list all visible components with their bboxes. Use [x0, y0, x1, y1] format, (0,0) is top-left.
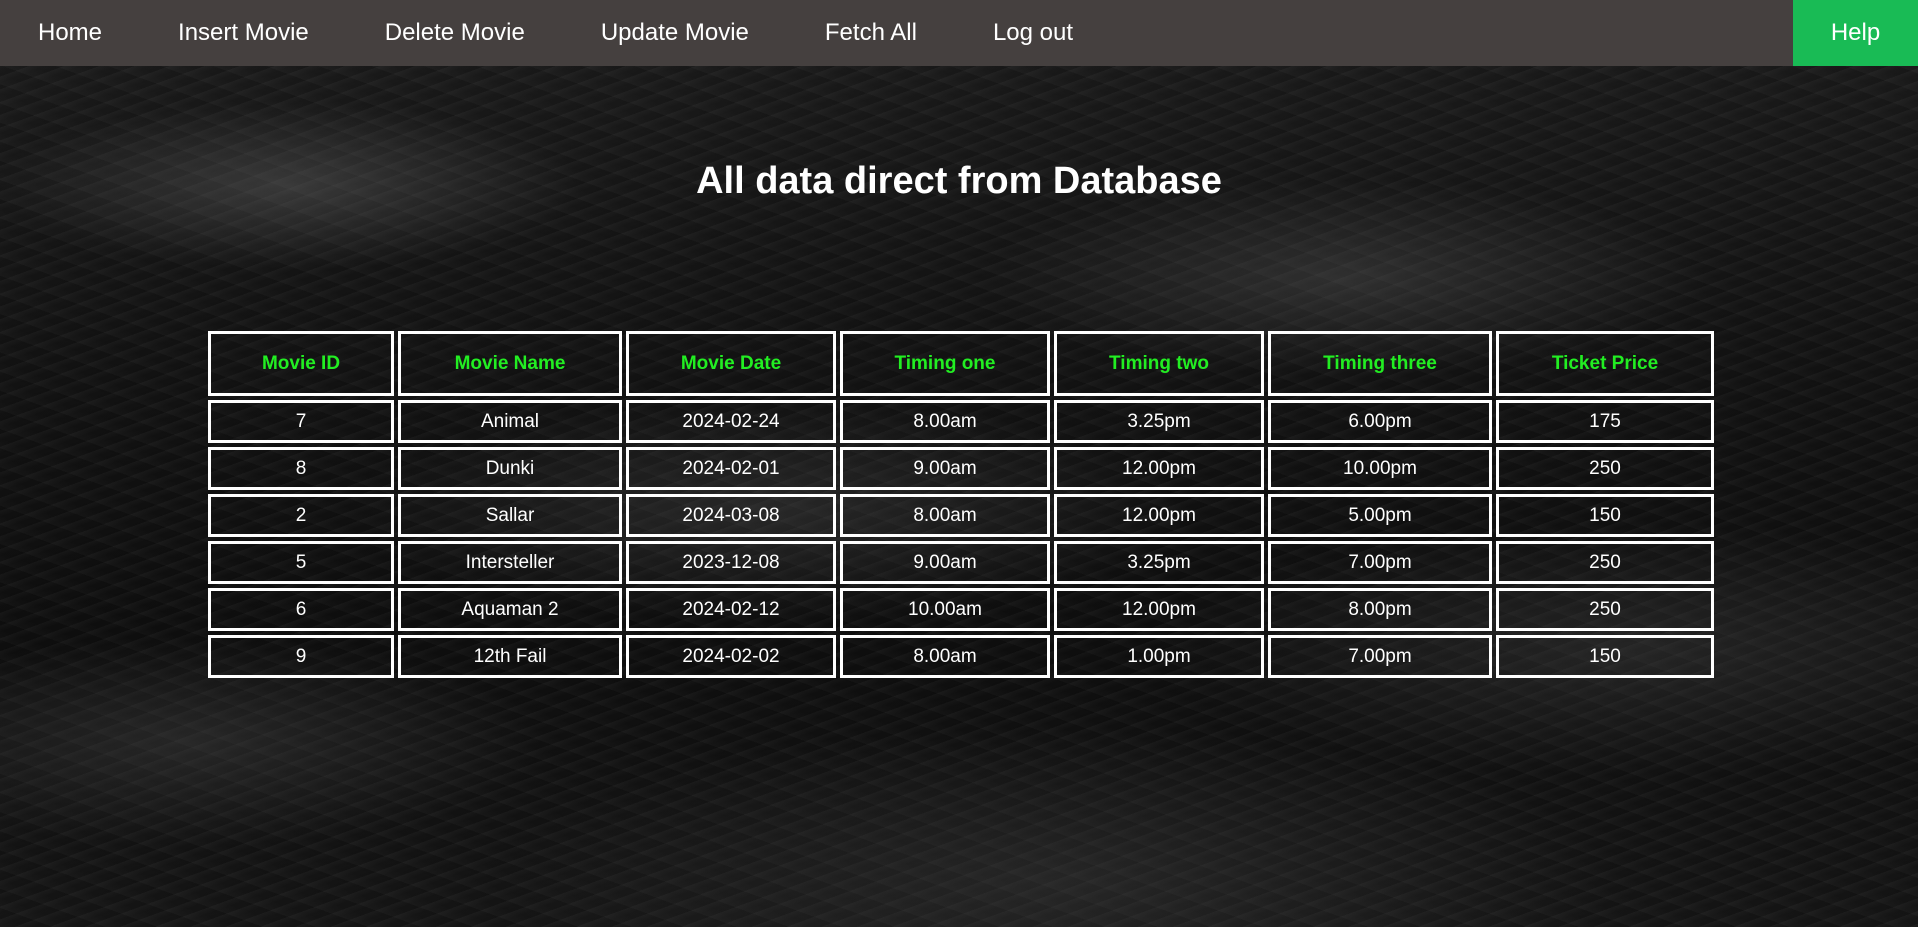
nav-update-movie[interactable]: Update Movie: [563, 0, 787, 66]
nav-log-out[interactable]: Log out: [955, 0, 1111, 66]
page-title: All data direct from Database: [696, 160, 1222, 202]
column-header-timing-one: Timing one: [840, 331, 1050, 396]
cell-timing-one: 10.00am: [840, 588, 1050, 631]
cell-timing-one: 8.00am: [840, 635, 1050, 678]
cell-movie-id: 9: [208, 635, 394, 678]
cell-movie-date: 2024-03-08: [626, 494, 836, 537]
cell-timing-three: 10.00pm: [1268, 447, 1492, 490]
cell-timing-one: 8.00am: [840, 494, 1050, 537]
column-header-movie-date: Movie Date: [626, 331, 836, 396]
nav-delete-movie[interactable]: Delete Movie: [347, 0, 563, 66]
cell-movie-date: 2024-02-02: [626, 635, 836, 678]
column-header-movie-id: Movie ID: [208, 331, 394, 396]
column-header-movie-name: Movie Name: [398, 331, 622, 396]
cell-timing-two: 3.25pm: [1054, 400, 1264, 443]
cell-ticket-price: 250: [1496, 541, 1714, 584]
movies-table-container: Movie ID Movie Name Movie Date Timing on…: [208, 331, 1714, 678]
nav-home[interactable]: Home: [0, 0, 140, 66]
nav-insert-movie[interactable]: Insert Movie: [140, 0, 347, 66]
table-row: 6 Aquaman 2 2024-02-12 10.00am 12.00pm 8…: [208, 588, 1714, 631]
cell-timing-two: 12.00pm: [1054, 588, 1264, 631]
top-nav-bar: Home Insert Movie Delete Movie Update Mo…: [0, 0, 1918, 66]
nav-fetch-all[interactable]: Fetch All: [787, 0, 955, 66]
cell-timing-one: 9.00am: [840, 447, 1050, 490]
column-header-timing-two: Timing two: [1054, 331, 1264, 396]
cell-movie-date: 2024-02-01: [626, 447, 836, 490]
cell-timing-three: 8.00pm: [1268, 588, 1492, 631]
movies-table: Movie ID Movie Name Movie Date Timing on…: [204, 327, 1718, 682]
cell-movie-date: 2024-02-12: [626, 588, 836, 631]
table-row: 8 Dunki 2024-02-01 9.00am 12.00pm 10.00p…: [208, 447, 1714, 490]
cell-movie-id: 8: [208, 447, 394, 490]
cell-timing-three: 6.00pm: [1268, 400, 1492, 443]
cell-ticket-price: 250: [1496, 447, 1714, 490]
cell-ticket-price: 150: [1496, 635, 1714, 678]
cell-ticket-price: 175: [1496, 400, 1714, 443]
column-header-ticket-price: Ticket Price: [1496, 331, 1714, 396]
cell-movie-name: Animal: [398, 400, 622, 443]
table-row: 7 Animal 2024-02-24 8.00am 3.25pm 6.00pm…: [208, 400, 1714, 443]
cell-movie-date: 2024-02-24: [626, 400, 836, 443]
cell-movie-id: 7: [208, 400, 394, 443]
table-row: 2 Sallar 2024-03-08 8.00am 12.00pm 5.00p…: [208, 494, 1714, 537]
cell-timing-three: 7.00pm: [1268, 635, 1492, 678]
table-header-row: Movie ID Movie Name Movie Date Timing on…: [208, 331, 1714, 396]
cell-timing-one: 8.00am: [840, 400, 1050, 443]
cell-ticket-price: 250: [1496, 588, 1714, 631]
cell-timing-two: 12.00pm: [1054, 447, 1264, 490]
cell-timing-one: 9.00am: [840, 541, 1050, 584]
cell-movie-name: Dunki: [398, 447, 622, 490]
cell-timing-three: 5.00pm: [1268, 494, 1492, 537]
cell-movie-name: Sallar: [398, 494, 622, 537]
cell-movie-id: 2: [208, 494, 394, 537]
cell-movie-id: 6: [208, 588, 394, 631]
cell-movie-name: 12th Fail: [398, 635, 622, 678]
cell-ticket-price: 150: [1496, 494, 1714, 537]
column-header-timing-three: Timing three: [1268, 331, 1492, 396]
cell-timing-two: 12.00pm: [1054, 494, 1264, 537]
cell-movie-name: Intersteller: [398, 541, 622, 584]
cell-movie-date: 2023-12-08: [626, 541, 836, 584]
cell-timing-two: 1.00pm: [1054, 635, 1264, 678]
help-button[interactable]: Help: [1793, 0, 1918, 66]
table-row: 9 12th Fail 2024-02-02 8.00am 1.00pm 7.0…: [208, 635, 1714, 678]
cell-timing-two: 3.25pm: [1054, 541, 1264, 584]
cell-movie-id: 5: [208, 541, 394, 584]
cell-timing-three: 7.00pm: [1268, 541, 1492, 584]
table-row: 5 Intersteller 2023-12-08 9.00am 3.25pm …: [208, 541, 1714, 584]
cell-movie-name: Aquaman 2: [398, 588, 622, 631]
